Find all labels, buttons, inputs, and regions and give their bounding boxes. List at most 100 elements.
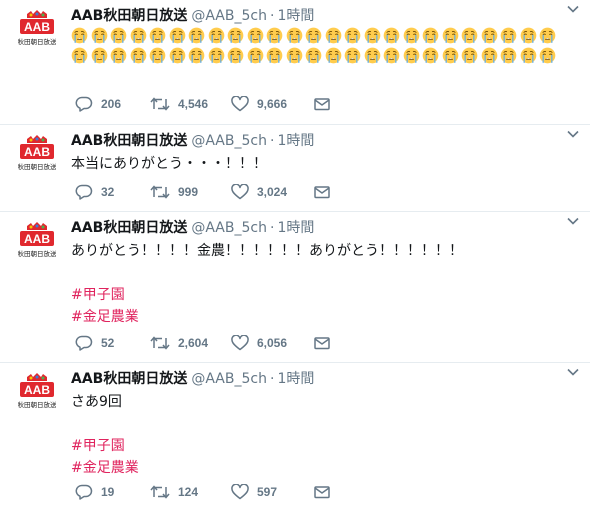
author-handle[interactable]: @AAB_5ch (191, 220, 267, 236)
author-name[interactable]: AAB秋田朝日放送 (71, 133, 187, 149)
retweet-button[interactable]: 2,604 (150, 333, 208, 353)
loudly-crying-face-emoji (325, 27, 342, 44)
reply-icon (75, 96, 93, 112)
retweet-count: 4,546 (178, 97, 209, 111)
tweet-timestamp[interactable]: 1時間 (277, 8, 314, 24)
tweet-timestamp[interactable]: 1時間 (277, 220, 314, 236)
loudly-crying-face-emoji (403, 27, 420, 44)
aab-logo: AAB 秋田朝日放送 (18, 222, 56, 258)
loudly-crying-face-emoji (520, 47, 537, 64)
retweet-count: 999 (178, 185, 199, 199)
loudly-crying-face-emoji (500, 27, 517, 44)
tweet[interactable]: AAB 秋田朝日放送 AAB秋田朝日放送 @AAB_5ch · 1時間 本当にありがと… (0, 125, 590, 212)
retweet-icon (150, 97, 170, 111)
emoji-content (71, 27, 580, 67)
avatar[interactable]: AAB 秋田朝日放送 (18, 222, 56, 260)
loudly-crying-face-emoji (383, 27, 400, 44)
loudly-crying-face-emoji (247, 27, 264, 44)
separator-dot: · (269, 133, 275, 149)
svg-text:AAB: AAB (24, 145, 50, 159)
reply-button[interactable]: 32 (75, 182, 114, 202)
chevron-down-icon[interactable] (566, 2, 580, 16)
heart-icon (231, 484, 249, 500)
loudly-crying-face-emoji (110, 47, 127, 64)
like-button[interactable]: 3,024 (231, 182, 287, 202)
author-handle[interactable]: @AAB_5ch (191, 133, 267, 149)
separator-dot: · (269, 371, 275, 387)
loudly-crying-face-emoji (344, 47, 361, 64)
heart-icon (231, 184, 249, 200)
direct-message-button[interactable] (313, 94, 331, 114)
loudly-crying-face-emoji (149, 47, 166, 64)
retweet-icon (150, 336, 170, 350)
heart-icon (231, 335, 249, 351)
tweet[interactable]: AAB 秋田朝日放送 AAB秋田朝日放送 @AAB_5ch · 1時間 ありがとう！！… (0, 212, 590, 363)
loudly-crying-face-emoji (364, 47, 381, 64)
svg-text:AAB: AAB (24, 383, 50, 397)
svg-text:秋田朝日放送: 秋田朝日放送 (18, 37, 56, 46)
loudly-crying-face-emoji (422, 47, 439, 64)
loudly-crying-face-emoji (286, 47, 303, 64)
hashtag-link[interactable]: #甲子園 (71, 435, 580, 457)
loudly-crying-face-emoji (461, 47, 478, 64)
direct-message-button[interactable] (313, 482, 331, 502)
tweet-text: ありがとう！！！！金農！！！！！！ありがとう！！！！！！ (71, 243, 463, 259)
direct-message-button[interactable] (313, 182, 331, 202)
author-name[interactable]: AAB秋田朝日放送 (71, 8, 187, 24)
like-button[interactable]: 6,056 (231, 333, 287, 353)
loudly-crying-face-emoji (305, 47, 322, 64)
loudly-crying-face-emoji (208, 47, 225, 64)
hashtag-link[interactable]: #甲子園 (71, 284, 580, 306)
retweet-button[interactable]: 4,546 (150, 94, 208, 114)
tweet[interactable]: AAB 秋田朝日放送 AAB秋田朝日放送 @AAB_5ch · 1時間 206 4,5… (0, 0, 590, 125)
author-handle[interactable]: @AAB_5ch (191, 8, 267, 24)
hashtag-link[interactable]: #金足農業 (71, 306, 580, 328)
author-handle[interactable]: @AAB_5ch (191, 371, 267, 387)
loudly-crying-face-emoji (286, 27, 303, 44)
author-name[interactable]: AAB秋田朝日放送 (71, 220, 187, 236)
loudly-crying-face-emoji (383, 47, 400, 64)
aab-logo: AAB 秋田朝日放送 (18, 10, 56, 46)
loudly-crying-face-emoji (149, 27, 166, 44)
loudly-crying-face-emoji (539, 27, 556, 44)
loudly-crying-face-emoji (520, 27, 537, 44)
chevron-down-icon[interactable] (566, 365, 580, 379)
loudly-crying-face-emoji (364, 27, 381, 44)
like-count: 597 (257, 485, 278, 499)
chevron-down-icon[interactable] (566, 214, 580, 228)
tweet[interactable]: AAB 秋田朝日放送 AAB秋田朝日放送 @AAB_5ch · 1時間 さあ9回 #甲… (0, 363, 590, 512)
avatar[interactable]: AAB 秋田朝日放送 (18, 135, 56, 173)
loudly-crying-face-emoji (500, 47, 517, 64)
loudly-crying-face-emoji (227, 27, 244, 44)
retweet-button[interactable]: 999 (150, 182, 198, 202)
author-name[interactable]: AAB秋田朝日放送 (71, 371, 187, 387)
avatar[interactable]: AAB 秋田朝日放送 (18, 10, 56, 48)
chevron-down-icon[interactable] (566, 127, 580, 141)
reply-button[interactable]: 52 (75, 333, 114, 353)
like-button[interactable]: 9,666 (231, 94, 287, 114)
loudly-crying-face-emoji (91, 27, 108, 44)
loudly-crying-face-emoji (227, 47, 244, 64)
reply-button[interactable]: 19 (75, 482, 114, 502)
avatar[interactable]: AAB 秋田朝日放送 (18, 373, 56, 411)
like-count: 6,056 (257, 336, 288, 350)
retweet-icon (150, 485, 170, 499)
loudly-crying-face-emoji (422, 27, 439, 44)
hashtag-link[interactable]: #金足農業 (71, 457, 580, 479)
retweet-count: 2,604 (178, 336, 209, 350)
like-button[interactable]: 597 (231, 482, 277, 502)
reply-icon (75, 335, 93, 351)
loudly-crying-face-emoji (403, 47, 420, 64)
tweet-timestamp[interactable]: 1時間 (277, 371, 314, 387)
svg-text:秋田朝日放送: 秋田朝日放送 (18, 249, 56, 258)
loudly-crying-face-emoji (71, 27, 88, 44)
direct-message-button[interactable] (313, 333, 331, 353)
svg-text:秋田朝日放送: 秋田朝日放送 (18, 400, 56, 409)
reply-button[interactable]: 206 (75, 94, 121, 114)
tweet-timestamp[interactable]: 1時間 (277, 133, 314, 149)
loudly-crying-face-emoji (188, 27, 205, 44)
separator-dot: · (269, 220, 275, 236)
loudly-crying-face-emoji (539, 47, 556, 64)
aab-logo: AAB 秋田朝日放送 (18, 373, 56, 409)
retweet-button[interactable]: 124 (150, 482, 198, 502)
